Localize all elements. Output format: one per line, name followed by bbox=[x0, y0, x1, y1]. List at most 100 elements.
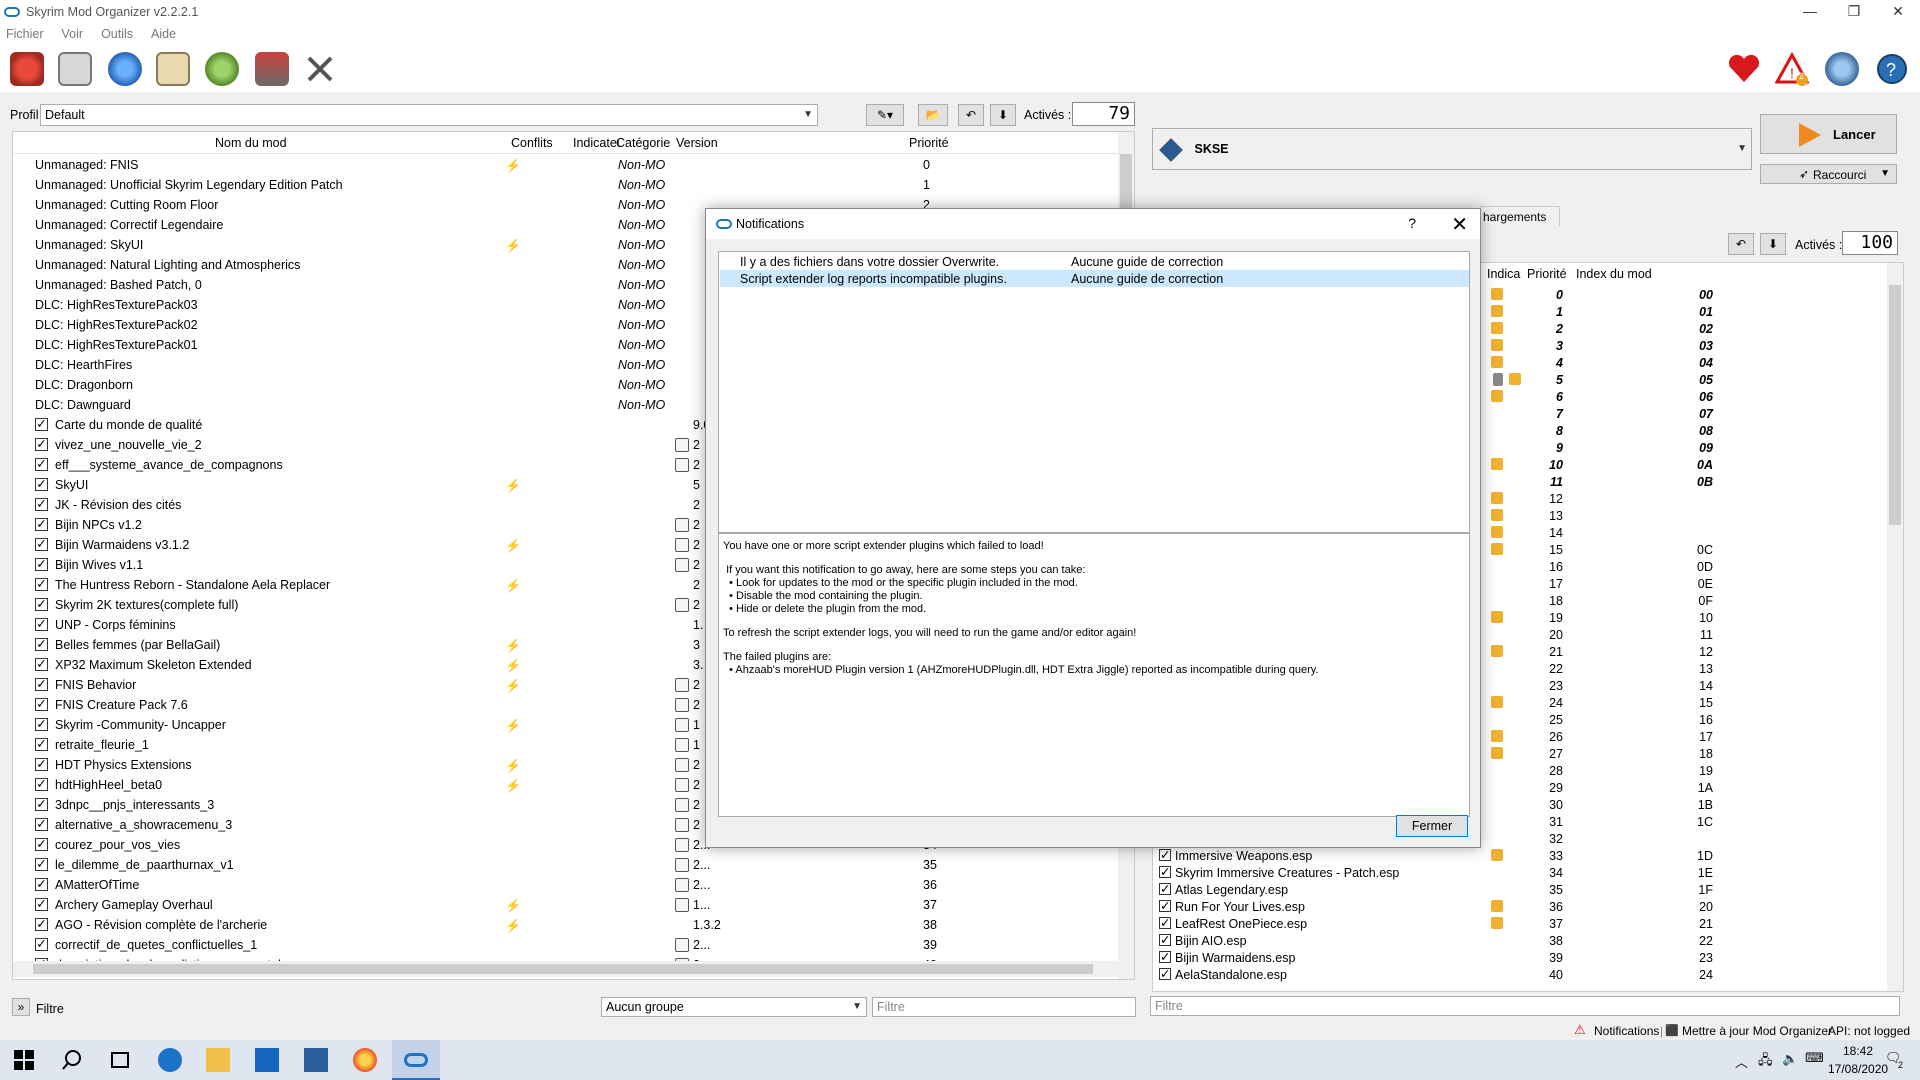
mod-enabled-checkbox[interactable]: ✓ bbox=[35, 638, 48, 651]
chevron-up-icon[interactable]: ︿ bbox=[1735, 1052, 1748, 1071]
mod-enabled-checkbox[interactable]: ✓ bbox=[35, 778, 48, 791]
plugin-enabled-checkbox[interactable]: ✓ bbox=[1159, 883, 1171, 895]
create-backup-icon[interactable]: ⬇ bbox=[990, 104, 1016, 126]
firefox-icon[interactable] bbox=[353, 1048, 377, 1072]
mod-row[interactable]: ✓ le_dilemme_de_paarthurnax_v1 2... 35 bbox=[13, 855, 1123, 875]
menu-fichier[interactable]: Fichier bbox=[6, 27, 44, 41]
restore-backup-icon[interactable]: ↶ bbox=[958, 104, 984, 126]
endorse-icon[interactable] bbox=[1727, 52, 1761, 86]
mod-enabled-checkbox[interactable]: ✓ bbox=[35, 678, 48, 691]
restore-plugins-icon[interactable]: ↶ bbox=[1728, 233, 1754, 255]
mod-enabled-checkbox[interactable]: ✓ bbox=[35, 558, 48, 571]
volume-icon[interactable]: 🔈 bbox=[1782, 1051, 1798, 1067]
mod-enabled-checkbox[interactable]: ✓ bbox=[35, 938, 48, 951]
plugin-row[interactable]: ✓ Run For Your Lives.esp 36 20 bbox=[1153, 898, 1889, 915]
mod-enabled-checkbox[interactable]: ✓ bbox=[35, 498, 48, 511]
menu-voir[interactable]: Voir bbox=[62, 27, 84, 41]
mod-enabled-checkbox[interactable]: ✓ bbox=[35, 758, 48, 771]
mod-organizer-taskbar-button[interactable] bbox=[392, 1040, 440, 1080]
network-icon[interactable]: 🖧 bbox=[1758, 1051, 1773, 1073]
tools-icon[interactable] bbox=[255, 52, 289, 86]
photos-icon[interactable] bbox=[304, 1048, 328, 1072]
group-select[interactable]: Aucun groupe ▼ bbox=[601, 997, 867, 1017]
toggle-filters-button[interactable]: » bbox=[12, 998, 30, 1016]
notification-item-selected[interactable]: Script extender log reports incompatible… bbox=[720, 270, 1469, 287]
mod-enabled-checkbox[interactable]: ✓ bbox=[35, 898, 48, 911]
clock-date[interactable]: 17/08/2020 bbox=[1828, 1062, 1888, 1076]
help-icon[interactable]: ? bbox=[1875, 52, 1909, 86]
mod-enabled-checkbox[interactable]: ✓ bbox=[35, 878, 48, 891]
run-button[interactable]: Lancer bbox=[1760, 114, 1897, 154]
clock-time[interactable]: 18:42 bbox=[1843, 1044, 1873, 1058]
mod-row[interactable]: ✓ AGO - Révision complète de l'archerie ⚡ 1… bbox=[13, 915, 1123, 935]
mod-row[interactable]: ✓ correctif_de_quetes_conflictuelles_1 2..… bbox=[13, 935, 1123, 955]
task-view-icon[interactable] bbox=[108, 1048, 132, 1072]
mod-enabled-checkbox[interactable]: ✓ bbox=[35, 838, 48, 851]
column-priority[interactable]: Priorité bbox=[909, 136, 949, 150]
plugin-filter-input[interactable]: Filtre bbox=[1150, 996, 1900, 1016]
backup-plugins-icon[interactable]: ⬇ bbox=[1760, 233, 1786, 255]
status-update[interactable]: Mettre à jour Mod Organizer bbox=[1682, 1024, 1832, 1038]
mod-row[interactable]: ✓ AMatterOfTime 2... 36 bbox=[13, 875, 1123, 895]
language-icon[interactable]: ⌨ bbox=[1805, 1050, 1824, 1066]
mod-list-hscrollbar[interactable] bbox=[13, 961, 1121, 977]
warnings-icon[interactable]: ! 2 bbox=[1774, 51, 1810, 86]
executable-select[interactable]: SKSE ▼ bbox=[1152, 128, 1752, 170]
mod-enabled-checkbox[interactable]: ✓ bbox=[35, 538, 48, 551]
plugin-list-scrollbar[interactable] bbox=[1887, 263, 1903, 991]
plugin-row[interactable]: ✓ Bijin Warmaidens.esp 39 23 bbox=[1153, 949, 1889, 966]
plugin-row[interactable]: ✓ Immersive Weapons.esp 33 1D bbox=[1153, 847, 1889, 864]
minimize-button[interactable]: — bbox=[1788, 0, 1832, 24]
plugin-enabled-checkbox[interactable]: ✓ bbox=[1159, 917, 1171, 929]
column-mod-name[interactable]: Nom du mod bbox=[215, 136, 287, 150]
mod-enabled-checkbox[interactable]: ✓ bbox=[35, 798, 48, 811]
tab-downloads[interactable]: hargements bbox=[1480, 206, 1560, 226]
notification-item[interactable]: Il y a des fichiers dans votre dossier O… bbox=[720, 253, 1469, 270]
windows-start-icon[interactable] bbox=[12, 1048, 36, 1072]
plugin-row[interactable]: ✓ Atlas Legendary.esp 35 1F bbox=[1153, 881, 1889, 898]
mod-enabled-checkbox[interactable]: ✓ bbox=[35, 858, 48, 871]
status-notifications[interactable]: Notifications bbox=[1594, 1024, 1659, 1038]
plugin-enabled-checkbox[interactable]: ✓ bbox=[1159, 900, 1171, 912]
mod-row[interactable]: Unmanaged: FNIS ⚡ Non-MO 0 bbox=[13, 155, 1123, 175]
profile-select[interactable]: Default ▼ bbox=[40, 104, 818, 126]
plugin-enabled-checkbox[interactable]: ✓ bbox=[1159, 849, 1171, 861]
mod-enabled-checkbox[interactable]: ✓ bbox=[35, 918, 48, 931]
mod-enabled-checkbox[interactable]: ✓ bbox=[35, 438, 48, 451]
plugin-enabled-checkbox[interactable]: ✓ bbox=[1159, 968, 1171, 980]
mod-enabled-checkbox[interactable]: ✓ bbox=[35, 718, 48, 731]
menu-outils[interactable]: Outils bbox=[101, 27, 133, 41]
profiles-icon[interactable] bbox=[156, 52, 190, 86]
column-version[interactable]: Version bbox=[676, 136, 718, 150]
plugin-row[interactable]: ✓ AelaStandalone.esp 40 24 bbox=[1153, 966, 1889, 983]
nexus-icon[interactable] bbox=[108, 52, 142, 86]
mod-enabled-checkbox[interactable]: ✓ bbox=[35, 698, 48, 711]
notification-list[interactable]: Il y a des fichiers dans votre dossier O… bbox=[718, 251, 1470, 533]
mod-enabled-checkbox[interactable]: ✓ bbox=[35, 458, 48, 471]
help-icon[interactable]: ? bbox=[1408, 215, 1416, 231]
mod-enabled-checkbox[interactable]: ✓ bbox=[35, 598, 48, 611]
plugin-enabled-checkbox[interactable]: ✓ bbox=[1159, 934, 1171, 946]
edge-icon[interactable] bbox=[158, 1048, 182, 1072]
change-game-icon[interactable] bbox=[10, 52, 44, 86]
plugin-row[interactable]: ✓ LeafRest OnePiece.esp 37 21 bbox=[1153, 915, 1889, 932]
plugin-row[interactable]: ✓ Bijin AIO.esp 38 22 bbox=[1153, 932, 1889, 949]
mod-enabled-checkbox[interactable]: ✓ bbox=[35, 658, 48, 671]
install-mod-icon[interactable] bbox=[58, 52, 92, 86]
executables-icon[interactable] bbox=[205, 52, 239, 86]
mod-row[interactable]: Unmanaged: Unofficial Skyrim Legendary E… bbox=[13, 175, 1123, 195]
column-conflicts[interactable]: Conflits bbox=[511, 136, 553, 150]
plugin-enabled-checkbox[interactable]: ✓ bbox=[1159, 866, 1171, 878]
column-mod-index[interactable]: Index du mod bbox=[1576, 267, 1652, 281]
mod-enabled-checkbox[interactable]: ✓ bbox=[35, 518, 48, 531]
mod-enabled-checkbox[interactable]: ✓ bbox=[35, 818, 48, 831]
mod-row[interactable]: ✓ Archery Gameplay Overhaul ⚡ 1... 37 bbox=[13, 895, 1123, 915]
close-dialog-button[interactable]: Fermer bbox=[1396, 815, 1468, 837]
maximize-button[interactable]: ❐ bbox=[1832, 0, 1876, 24]
column-category[interactable]: Catégorie bbox=[616, 136, 670, 150]
menu-aide[interactable]: Aide bbox=[151, 27, 176, 41]
column-flags[interactable]: Indica bbox=[1487, 267, 1520, 281]
search-icon[interactable] bbox=[60, 1048, 84, 1072]
mod-enabled-checkbox[interactable]: ✓ bbox=[35, 618, 48, 631]
close-icon[interactable]: ✕ bbox=[1451, 212, 1468, 237]
